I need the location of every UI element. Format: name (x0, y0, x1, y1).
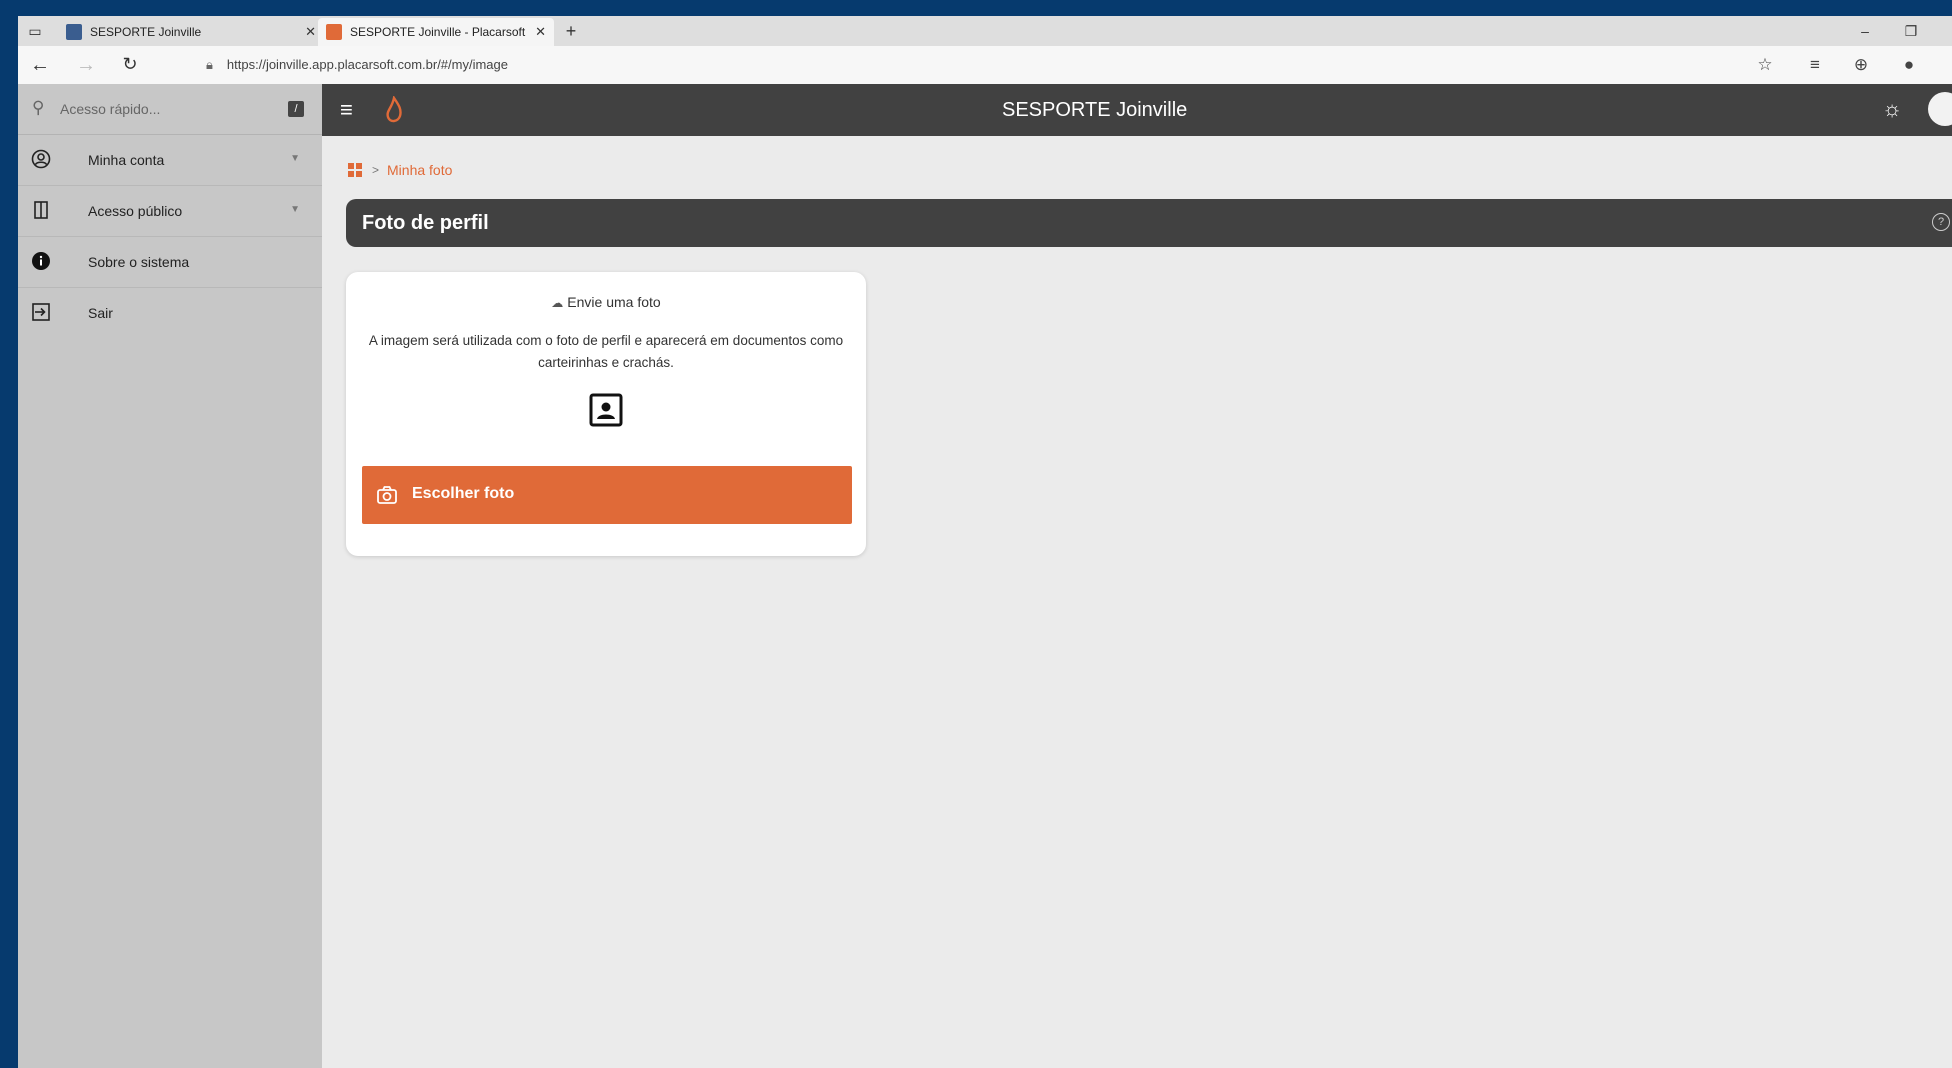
placarsoft-logo-icon[interactable] (384, 94, 404, 124)
portrait-icon (588, 392, 624, 428)
user-avatar[interactable] (1928, 92, 1952, 126)
close-tab-icon[interactable]: ✕ (305, 24, 316, 40)
url-text: https://joinville.app.placarsoft.com.br/… (226, 57, 508, 72)
app-header: ≡ SESPORTE Joinville ☼ (322, 84, 1952, 136)
browser-tab-bar: ▭ SESPORTE Joinville ✕ SESPORTE Joinvill… (18, 16, 1952, 46)
sidebar-item-label: Minha conta (88, 152, 165, 168)
back-icon[interactable]: ← (28, 54, 52, 77)
sesporte-favicon-icon (66, 24, 82, 40)
profile-icon[interactable]: ● (1898, 55, 1920, 75)
upload-heading-text: Envie uma foto (567, 294, 661, 310)
camera-icon (376, 484, 398, 506)
tab-actions-icon[interactable]: ▭ (26, 22, 44, 40)
sidebar-item-label: Sair (88, 305, 113, 321)
help-icon[interactable]: ? (1932, 213, 1950, 231)
browser-tab-2[interactable]: SESPORTE Joinville - Placarsoft ✕ (318, 18, 554, 46)
reload-icon[interactable]: ↻ (118, 54, 142, 75)
tab-title: SESPORTE Joinville (90, 25, 202, 39)
upload-photo-card: ☁ Envie uma foto A imagem será utilizada … (346, 272, 866, 556)
page-header: Foto de perfil ? (346, 199, 1952, 247)
browser-tab-1[interactable]: SESPORTE Joinville ✕ (66, 18, 324, 46)
breadcrumb-current[interactable]: Minha foto (387, 162, 452, 178)
search-placeholder: Acesso rápido... (60, 101, 161, 117)
tab-title: SESPORTE Joinville - Placarsoft (350, 25, 526, 39)
theme-toggle-icon[interactable]: ☼ (1882, 96, 1902, 122)
sidebar-item-minha-conta[interactable]: Minha conta ▼ (18, 135, 322, 186)
placarsoft-favicon-icon (326, 24, 342, 40)
forward-icon[interactable]: → (74, 54, 98, 77)
restore-icon[interactable]: ❐ (1902, 22, 1920, 40)
chevron-down-icon: ▼ (290, 204, 300, 215)
choose-photo-label: Escolher foto (412, 485, 515, 502)
sidebar: ⚲ Acesso rápido... / Minha conta ▼ Acess… (18, 84, 322, 1068)
hamburger-menu-icon[interactable]: ≡ (340, 97, 353, 123)
upload-heading: ☁ Envie uma foto (346, 294, 866, 310)
cloud-upload-icon: ☁ (551, 296, 564, 310)
page-title: Foto de perfil (362, 212, 489, 234)
url-field[interactable]: 🔒︎ https://joinville.app.placarsoft.com.b… (206, 57, 508, 73)
minimize-icon[interactable]: – (1856, 22, 1874, 40)
search-icon: ⚲ (32, 98, 45, 117)
desktop-background (0, 0, 18, 1068)
add-favorite-icon[interactable]: ☆ (1754, 55, 1776, 75)
favorites-icon[interactable]: ≡ (1804, 55, 1826, 75)
browser-address-bar: ← → ↻ 🔒︎ https://joinville.app.placarsoft… (18, 46, 1952, 85)
chevron-down-icon: ▼ (290, 153, 300, 164)
choose-photo-button[interactable]: Escolher foto (362, 466, 852, 524)
lock-icon: 🔒︎ (206, 57, 213, 72)
close-tab-icon[interactable]: ✕ (535, 24, 546, 40)
sidebar-item-sobre-o-sistema[interactable]: Sobre o sistema (18, 237, 322, 288)
collections-icon[interactable]: ⊕ (1850, 55, 1872, 75)
main-content: ≡ SESPORTE Joinville ☼ > Minha foto Foto… (322, 84, 1952, 1068)
upload-description: A imagem será utilizada com o foto de pe… (368, 333, 844, 370)
desktop-background-top (18, 0, 274, 16)
account-circle-icon (30, 149, 52, 171)
sidebar-item-acesso-publico[interactable]: Acesso público ▼ (18, 186, 322, 237)
home-grid-icon[interactable] (348, 163, 362, 177)
new-tab-icon[interactable]: + (562, 22, 580, 40)
door-icon (30, 200, 52, 222)
breadcrumb: > Minha foto (348, 162, 452, 178)
sidebar-item-label: Acesso público (88, 203, 183, 219)
logout-icon (30, 302, 52, 324)
sidebar-item-sair[interactable]: Sair (18, 288, 322, 338)
app-title: SESPORTE Joinville (1002, 99, 1188, 121)
info-icon (30, 251, 52, 273)
quick-access-search[interactable]: ⚲ Acesso rápido... / (18, 84, 322, 135)
breadcrumb-separator: > (372, 163, 380, 177)
shortcut-key-badge: / (288, 101, 304, 117)
sidebar-item-label: Sobre o sistema (88, 254, 190, 270)
